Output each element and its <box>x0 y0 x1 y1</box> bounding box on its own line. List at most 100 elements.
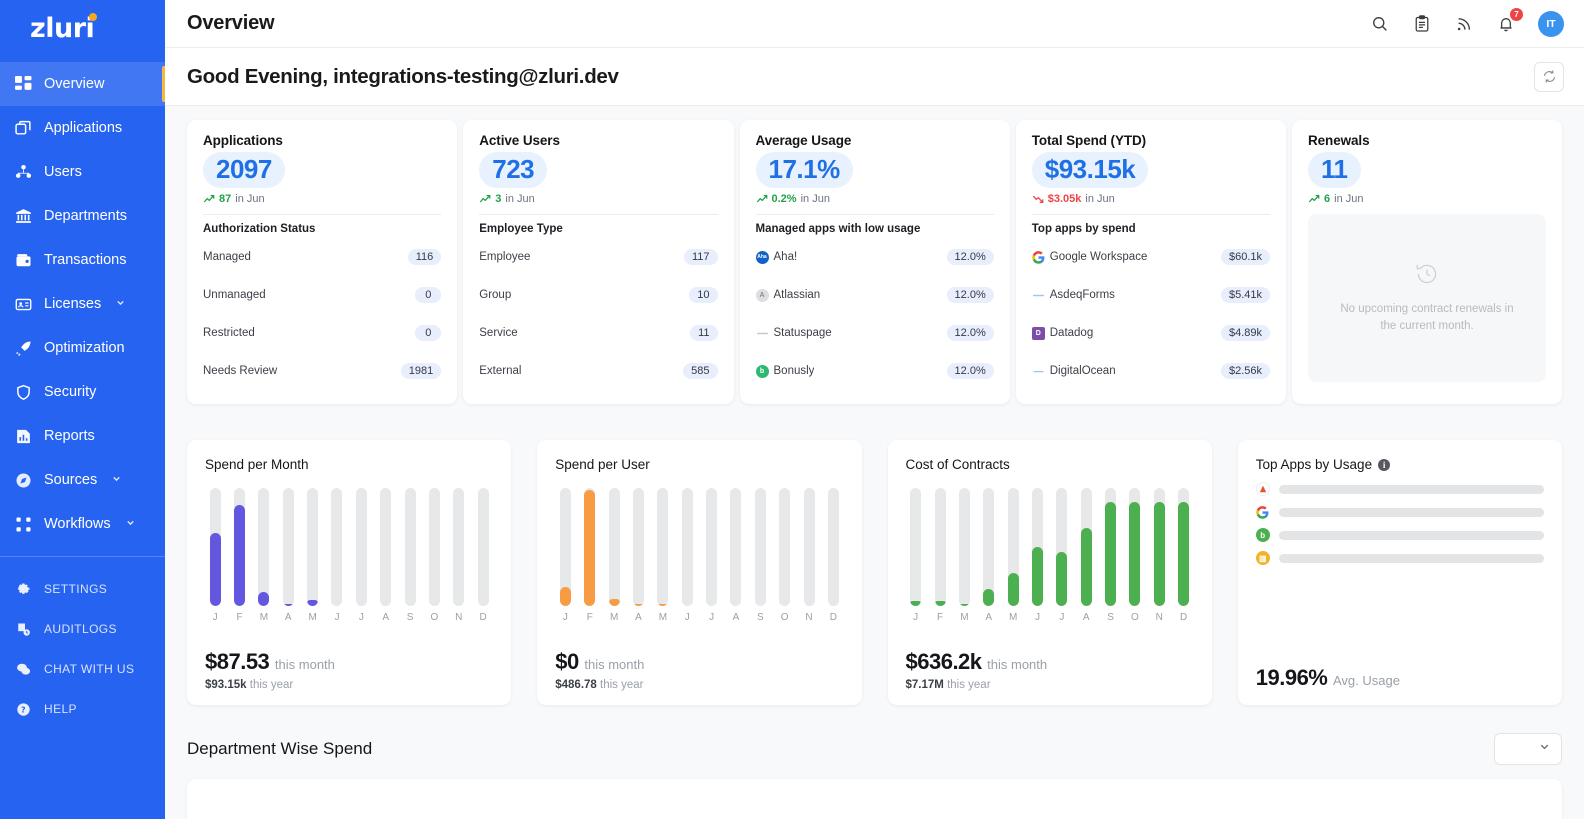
sidebar-item-sources[interactable]: Sources <box>0 458 165 502</box>
bar-column[interactable] <box>1151 488 1167 606</box>
bar-column[interactable] <box>728 488 744 606</box>
list-item: b <box>1255 528 1544 542</box>
sidebar-item-licenses[interactable]: Licenses <box>0 282 165 326</box>
bar-chart-cost-of-contracts <box>906 488 1194 606</box>
bar-column[interactable] <box>956 488 972 606</box>
bar-column[interactable] <box>582 488 598 606</box>
bar-column[interactable] <box>981 488 997 606</box>
wallet-icon <box>14 251 32 269</box>
sidebar-item-label: CHAT WITH US <box>44 662 135 676</box>
kpi-subtitle: Top apps by spend <box>1031 223 1136 235</box>
list-item[interactable]: Restricted 0 <box>203 314 442 352</box>
chart-main-suffix: this month <box>584 657 645 672</box>
bar-column[interactable] <box>1102 488 1118 606</box>
renewals-empty-state: No upcoming contract renewals in the cur… <box>1308 214 1546 382</box>
bar-column[interactable] <box>329 488 345 606</box>
divider <box>479 214 718 215</box>
list-item[interactable]: AsdeqForms $5.41k <box>1032 276 1270 314</box>
bar-column[interactable] <box>280 488 296 606</box>
clipboard-icon[interactable] <box>1412 14 1432 34</box>
sidebar-item-security[interactable]: Security <box>0 370 165 414</box>
bar-column[interactable] <box>1029 488 1045 606</box>
bar-column[interactable] <box>606 488 622 606</box>
bar-column[interactable] <box>426 488 442 606</box>
sidebar-item-auditlogs[interactable]: AUDITLOGS <box>0 609 165 649</box>
bar-column[interactable] <box>1127 488 1143 606</box>
list-item[interactable]: Aha Aha! 12.0% <box>755 238 994 276</box>
bar-column[interactable] <box>378 488 394 606</box>
chart-sub-suffix: this year <box>249 679 294 691</box>
bar-column[interactable] <box>801 488 817 606</box>
bar-column[interactable] <box>451 488 467 606</box>
bar-column[interactable] <box>679 488 695 606</box>
bar-column[interactable] <box>908 488 924 606</box>
bar-track <box>1007 488 1019 606</box>
bar-column[interactable] <box>475 488 491 606</box>
bar-fill <box>983 589 995 606</box>
sidebar-item-workflows[interactable]: Workflows <box>0 502 165 546</box>
bar-column[interactable] <box>231 488 247 606</box>
bar-fill <box>1007 572 1019 606</box>
statuspage-app-icon <box>756 327 769 340</box>
bar-column[interactable] <box>353 488 369 606</box>
divider <box>203 214 442 215</box>
list-item[interactable]: D Datadog $4.89k <box>1031 314 1270 352</box>
bar-column[interactable] <box>655 488 671 606</box>
row-label: Google Workspace <box>1049 251 1148 263</box>
bar-track <box>1153 488 1165 606</box>
list-item[interactable]: Needs Review 1981 <box>203 352 442 390</box>
sidebar-item-users[interactable]: Users <box>0 150 165 194</box>
sidebar-item-departments[interactable]: Departments <box>0 194 165 238</box>
bar-column[interactable] <box>1175 488 1191 606</box>
list-item[interactable]: Employee 117 <box>479 238 718 276</box>
bar-column[interactable] <box>932 488 948 606</box>
bar-column[interactable] <box>825 488 841 606</box>
greeting-row: Good Evening, integrations-testing@zluri… <box>165 48 1584 106</box>
sidebar: zluri Overview Applications Users Depart… <box>0 0 165 819</box>
bar-column[interactable] <box>1054 488 1070 606</box>
list-item[interactable]: Statuspage 12.0% <box>756 314 994 352</box>
rss-icon[interactable] <box>1454 14 1474 34</box>
kpi-delta-suffix: in Jun <box>235 193 265 205</box>
chart-main-value: 19.96% <box>1255 665 1328 690</box>
sidebar-item-label: Security <box>44 384 97 400</box>
bell-icon[interactable]: 7 <box>1496 7 1523 34</box>
list-item[interactable]: Service 11 <box>479 314 718 352</box>
chart-title: Spend per User <box>555 457 650 472</box>
bar-column[interactable] <box>557 488 573 606</box>
list-item[interactable]: Google Workspace $60.1k <box>1031 238 1270 276</box>
sidebar-item-optimization[interactable]: Optimization <box>0 326 165 370</box>
bar-column[interactable] <box>256 488 272 606</box>
list-item[interactable]: Managed 116 <box>203 238 442 276</box>
list-item[interactable]: External 585 <box>479 352 718 390</box>
info-icon[interactable]: i <box>1378 458 1391 471</box>
sidebar-item-help[interactable]: ? HELP <box>0 689 165 729</box>
sidebar-item-overview[interactable]: Overview <box>0 62 165 106</box>
list-item[interactable]: b Bonusly 12.0% <box>755 352 994 390</box>
list-item[interactable]: Unmanaged 0 <box>203 276 442 314</box>
bar-column[interactable] <box>752 488 768 606</box>
refresh-icon[interactable] <box>1534 61 1564 92</box>
bar-column[interactable] <box>1078 488 1094 606</box>
sidebar-item-settings[interactable]: SETTINGS <box>0 569 165 609</box>
list-item[interactable]: A Atlassian 12.0% <box>755 276 994 314</box>
bar-track <box>958 488 970 606</box>
bar-column[interactable] <box>207 488 223 606</box>
sidebar-item-transactions[interactable]: Transactions <box>0 238 165 282</box>
bar-column[interactable] <box>402 488 418 606</box>
bar-column[interactable] <box>1005 488 1021 606</box>
department-select[interactable] <box>1494 733 1562 765</box>
bar-column[interactable] <box>703 488 719 606</box>
bar-column[interactable] <box>304 488 320 606</box>
sidebar-item-reports[interactable]: Reports <box>0 414 165 458</box>
search-icon[interactable] <box>1370 14 1390 34</box>
list-item[interactable]: DigitalOcean $2.56k <box>1032 352 1270 390</box>
logo[interactable]: zluri <box>0 4 165 52</box>
bar-column[interactable] <box>776 488 792 606</box>
list-item[interactable]: Group 10 <box>479 276 718 314</box>
bar-column[interactable] <box>630 488 646 606</box>
kpi-card-renewals: Renewals 11 6 in Jun No upcoming contrac… <box>1292 120 1562 404</box>
sidebar-item-chat[interactable]: CHAT WITH US <box>0 649 165 689</box>
sidebar-item-applications[interactable]: Applications <box>0 106 165 150</box>
avatar[interactable]: IT <box>1538 10 1564 37</box>
